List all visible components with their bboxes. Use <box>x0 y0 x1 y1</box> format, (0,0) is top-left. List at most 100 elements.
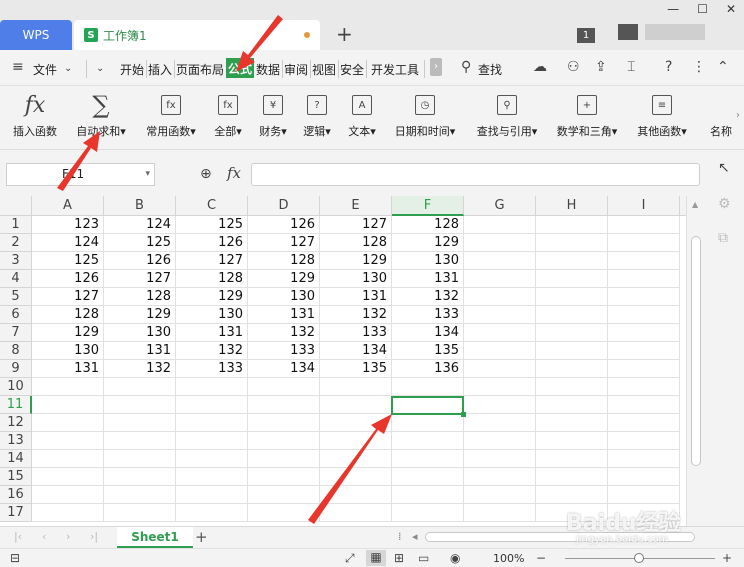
select-all-corner[interactable] <box>0 196 32 216</box>
maximize-icon[interactable]: ☐ <box>697 2 708 16</box>
macro-record-icon[interactable]: ⊟ <box>10 551 20 565</box>
cell-b6[interactable]: 129 <box>104 306 176 324</box>
cell-e1[interactable]: 127 <box>320 216 392 234</box>
scroll-left-icon[interactable]: ◂ <box>412 530 418 543</box>
scroll-up-icon[interactable]: ▲ <box>692 200 698 209</box>
row-header-8[interactable]: 8 <box>0 342 32 360</box>
cell-e3[interactable]: 129 <box>320 252 392 270</box>
row-header-9[interactable]: 9 <box>0 360 32 378</box>
window-count-badge[interactable]: 1 <box>577 28 595 43</box>
cell-g10[interactable] <box>464 378 536 396</box>
column-header-d[interactable]: D <box>248 196 320 216</box>
ribbon-scroll-right-icon[interactable]: › <box>736 110 740 121</box>
cell-d5[interactable]: 130 <box>248 288 320 306</box>
first-sheet-icon[interactable]: |‹ <box>14 530 22 543</box>
zoom-slider-knob[interactable] <box>634 553 644 563</box>
cell-e2[interactable]: 128 <box>320 234 392 252</box>
formula-input[interactable] <box>251 163 700 186</box>
cell-i11[interactable] <box>608 396 680 414</box>
fill-handle[interactable] <box>461 412 466 417</box>
cell-f12[interactable] <box>392 414 464 432</box>
cell-a1[interactable]: 123 <box>32 216 104 234</box>
cell-b2[interactable]: 125 <box>104 234 176 252</box>
row-header-2[interactable]: 2 <box>0 234 32 252</box>
cell-b13[interactable] <box>104 432 176 450</box>
cell-c6[interactable]: 130 <box>176 306 248 324</box>
column-header-e[interactable]: E <box>320 196 392 216</box>
column-header-a[interactable]: A <box>32 196 104 216</box>
cell-d8[interactable]: 133 <box>248 342 320 360</box>
add-sheet-plus-icon[interactable]: + <box>195 528 208 546</box>
cell-h16[interactable] <box>536 486 608 504</box>
cell-f1[interactable]: 128 <box>392 216 464 234</box>
cell-i7[interactable] <box>608 324 680 342</box>
cell-e12[interactable] <box>320 414 392 432</box>
cell-i9[interactable] <box>608 360 680 378</box>
cell-g7[interactable] <box>464 324 536 342</box>
cell-c8[interactable]: 132 <box>176 342 248 360</box>
cell-d1[interactable]: 126 <box>248 216 320 234</box>
insert-function-button[interactable]: fx 插入函数 <box>10 90 60 139</box>
cell-e6[interactable]: 132 <box>320 306 392 324</box>
cell-c9[interactable]: 133 <box>176 360 248 378</box>
cell-f2[interactable]: 129 <box>392 234 464 252</box>
sheet-tab-sheet1[interactable]: Sheet1 <box>117 527 193 548</box>
collapse-ribbon-icon[interactable]: ⌄ <box>96 63 104 74</box>
row-header-14[interactable]: 14 <box>0 450 32 468</box>
new-tab-plus-icon[interactable]: + <box>336 22 353 46</box>
cell-i12[interactable] <box>608 414 680 432</box>
cell-d9[interactable]: 134 <box>248 360 320 378</box>
fullscreen-icon[interactable]: ⤢ <box>345 551 355 566</box>
cell-h4[interactable] <box>536 270 608 288</box>
prev-sheet-icon[interactable]: ‹ <box>42 530 46 543</box>
next-sheet-icon[interactable]: › <box>66 530 70 543</box>
cell-a2[interactable]: 124 <box>32 234 104 252</box>
cell-f15[interactable] <box>392 468 464 486</box>
cell-e14[interactable] <box>320 450 392 468</box>
autosum-button[interactable]: ∑ 自动求和▾ <box>72 90 130 139</box>
search-icon[interactable]: ⚲ <box>461 59 471 75</box>
cell-g15[interactable] <box>464 468 536 486</box>
cell-b17[interactable] <box>104 504 176 522</box>
cell-d14[interactable] <box>248 450 320 468</box>
cell-f6[interactable]: 133 <box>392 306 464 324</box>
row-header-12[interactable]: 12 <box>0 414 32 432</box>
cell-c5[interactable]: 129 <box>176 288 248 306</box>
cell-h5[interactable] <box>536 288 608 306</box>
row-header-16[interactable]: 16 <box>0 486 32 504</box>
cell-h15[interactable] <box>536 468 608 486</box>
zoom-in-icon[interactable]: + <box>722 551 732 565</box>
cell-c4[interactable]: 128 <box>176 270 248 288</box>
cell-f8[interactable]: 135 <box>392 342 464 360</box>
row-header-4[interactable]: 4 <box>0 270 32 288</box>
cell-g3[interactable] <box>464 252 536 270</box>
cell-e10[interactable] <box>320 378 392 396</box>
cell-g2[interactable] <box>464 234 536 252</box>
cell-i14[interactable] <box>608 450 680 468</box>
cell-c12[interactable] <box>176 414 248 432</box>
cell-b12[interactable] <box>104 414 176 432</box>
menu-insert[interactable]: 插入 <box>148 61 172 78</box>
cell-f17[interactable] <box>392 504 464 522</box>
math-trig-button[interactable]: + 数学和三角▾ <box>551 90 623 139</box>
zoom-search-icon[interactable]: ⊕ <box>200 166 212 182</box>
cell-i5[interactable] <box>608 288 680 306</box>
all-functions-button[interactable]: fx 全部▾ <box>210 90 246 139</box>
cell-b3[interactable]: 126 <box>104 252 176 270</box>
cell-d6[interactable]: 131 <box>248 306 320 324</box>
cell-d16[interactable] <box>248 486 320 504</box>
selected-cell-f11[interactable] <box>391 396 464 415</box>
cell-a16[interactable] <box>32 486 104 504</box>
cell-a14[interactable] <box>32 450 104 468</box>
menu-developer[interactable]: 开发工具 <box>371 61 419 78</box>
row-header-10[interactable]: 10 <box>0 378 32 396</box>
cell-h6[interactable] <box>536 306 608 324</box>
menu-formulas[interactable]: 公式 <box>226 58 254 78</box>
cell-b16[interactable] <box>104 486 176 504</box>
cell-d15[interactable] <box>248 468 320 486</box>
cell-h9[interactable] <box>536 360 608 378</box>
cell-f16[interactable] <box>392 486 464 504</box>
cell-h13[interactable] <box>536 432 608 450</box>
cell-b10[interactable] <box>104 378 176 396</box>
column-header-h[interactable]: H <box>536 196 608 216</box>
